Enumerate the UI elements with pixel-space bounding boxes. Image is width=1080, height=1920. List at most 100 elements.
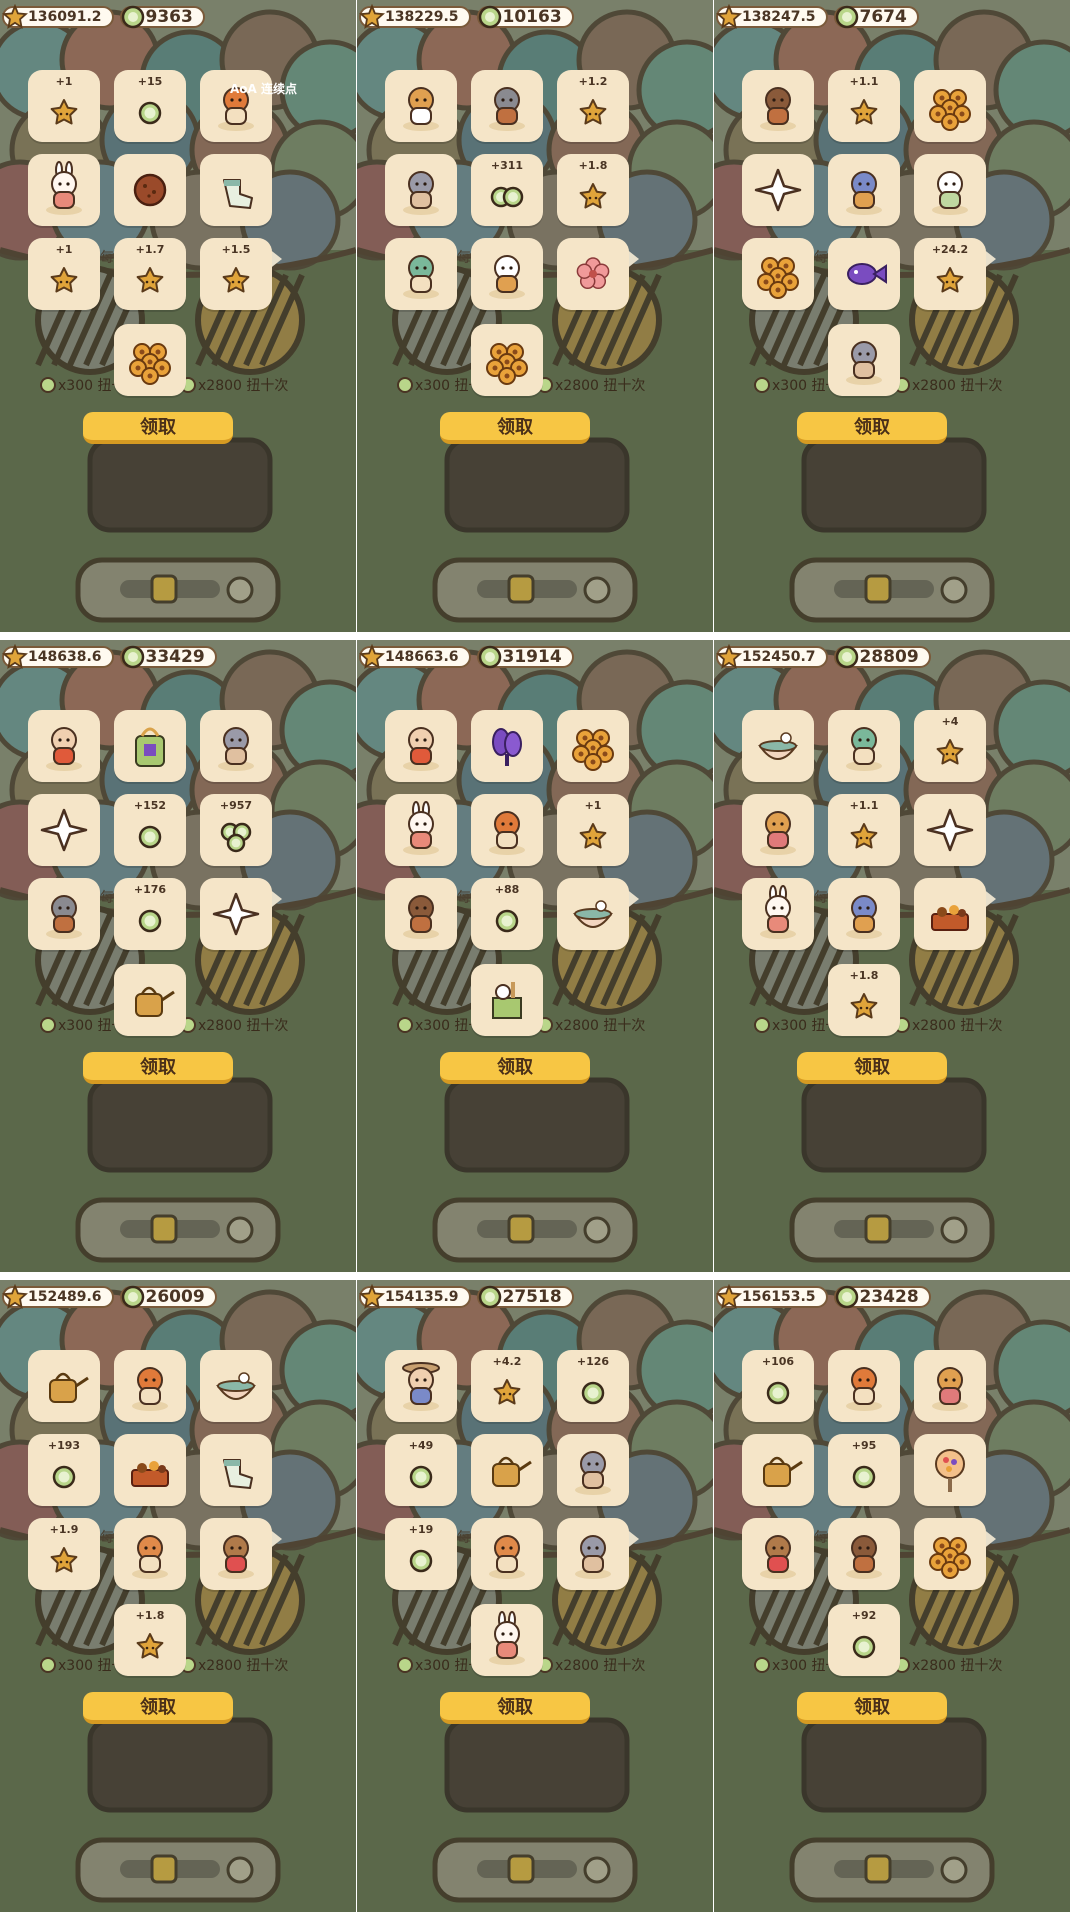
reward-tile xyxy=(742,1434,814,1506)
ten-draw-label: x2800 扭十次 xyxy=(912,1658,1003,1674)
reward-tile: +1.1 xyxy=(828,70,900,142)
reward-tile: +152 xyxy=(114,794,186,866)
coin-icon xyxy=(40,377,56,393)
claim-button[interactable]: 领取 xyxy=(797,412,947,444)
reward-tile xyxy=(742,70,814,142)
reward-tile xyxy=(471,710,543,782)
ten-draw-price[interactable]: x2800 扭十次 xyxy=(894,375,1002,395)
reward-amount: +126 xyxy=(576,1355,610,1368)
ten-draw-label: x2800 扭十次 xyxy=(912,378,1003,394)
reward-tile xyxy=(914,1518,986,1590)
claim-button[interactable]: 领取 xyxy=(797,1692,947,1724)
coin-icon xyxy=(834,4,860,30)
ten-draw-price[interactable]: x2800 扭十次 xyxy=(180,375,288,395)
claim-button[interactable]: 领取 xyxy=(797,1052,947,1084)
reward-tile xyxy=(200,154,272,226)
reward-tile xyxy=(914,1350,986,1422)
reward-amount: +311 xyxy=(490,159,524,172)
claim-button[interactable]: 领取 xyxy=(83,1692,233,1724)
coin-icon xyxy=(120,4,146,30)
star-icon xyxy=(1,643,29,670)
ten-draw-label: x2800 扭十次 xyxy=(555,1658,646,1674)
reward-amount: +4 xyxy=(941,715,959,728)
reward-tile xyxy=(385,70,457,142)
currency-bar: 152450.7 28809 xyxy=(715,643,931,670)
reward-tile xyxy=(385,1350,457,1422)
reward-tile: +311 xyxy=(471,154,543,226)
star-balance-value: 148638.6 xyxy=(28,649,102,665)
reward-tile: +1.1 xyxy=(828,794,900,866)
reward-tile xyxy=(742,794,814,866)
reward-amount: +1.1 xyxy=(849,75,879,88)
ten-draw-price[interactable]: x2800 扭十次 xyxy=(537,1015,645,1035)
coin-balance: 7674 xyxy=(833,4,919,30)
gacha-result-panel: 154135.927518每日 28x300 扭一次x2800 扭十次+4.2+… xyxy=(357,1280,713,1912)
claim-button[interactable]: 领取 xyxy=(440,1692,590,1724)
ten-draw-price[interactable]: x2800 扭十次 xyxy=(537,375,645,395)
claim-button[interactable]: 领取 xyxy=(440,412,590,444)
coin-icon xyxy=(397,1017,413,1033)
coin-balance-value: 7674 xyxy=(859,7,907,27)
reward-amount: +1 xyxy=(55,75,73,88)
reward-tile xyxy=(28,1350,100,1422)
claim-button-label: 领取 xyxy=(854,1057,890,1078)
claim-button-label: 领取 xyxy=(497,1697,533,1718)
claim-button[interactable]: 领取 xyxy=(83,412,233,444)
gacha-result-panel: 138247.57674每日 28x300 扭一次x2800 扭十次+1.1+2… xyxy=(714,0,1070,632)
ten-draw-price[interactable]: x2800 扭十次 xyxy=(894,1655,1002,1675)
reward-tile xyxy=(557,238,629,310)
star-balance: 148638.6 xyxy=(1,643,114,670)
ten-draw-price[interactable]: x2800 扭十次 xyxy=(894,1015,1002,1035)
currency-bar: 136091.2 9363 xyxy=(1,3,205,30)
reward-tile xyxy=(914,70,986,142)
reward-tile xyxy=(385,878,457,950)
reward-tile: +1.7 xyxy=(114,238,186,310)
star-balance: 154135.9 xyxy=(358,1283,471,1310)
currency-bar: 148663.6 31914 xyxy=(358,643,574,670)
coin-balance-value: 9363 xyxy=(145,7,193,27)
star-icon xyxy=(715,3,743,30)
star-icon xyxy=(358,3,386,30)
reward-amount: +152 xyxy=(133,799,167,812)
reward-tile xyxy=(914,154,986,226)
reward-amount: +193 xyxy=(47,1439,81,1452)
reward-amount: +176 xyxy=(133,883,167,896)
reward-tile: +126 xyxy=(557,1350,629,1422)
currency-bar: 138247.5 7674 xyxy=(715,3,919,30)
reward-tile: +24.2 xyxy=(914,238,986,310)
star-balance: 156153.5 xyxy=(715,1283,828,1310)
reward-tile xyxy=(114,964,186,1036)
reward-tile xyxy=(557,878,629,950)
ten-draw-price[interactable]: x2800 扭十次 xyxy=(180,1015,288,1035)
star-balance-value: 138247.5 xyxy=(742,9,816,25)
claim-button-label: 领取 xyxy=(140,1697,176,1718)
claim-button[interactable]: 领取 xyxy=(440,1052,590,1084)
ten-draw-price[interactable]: x2800 扭十次 xyxy=(537,1655,645,1675)
reward-tile xyxy=(471,794,543,866)
star-icon xyxy=(358,1283,386,1310)
gacha-result-panel: 156153.523428每日 28x300 扭一次x2800 扭十次+106+… xyxy=(714,1280,1070,1912)
reward-tile xyxy=(114,1518,186,1590)
ten-draw-price[interactable]: x2800 扭十次 xyxy=(180,1655,288,1675)
coin-balance-value: 28809 xyxy=(859,647,919,667)
reward-tile xyxy=(828,1350,900,1422)
star-balance: 138247.5 xyxy=(715,3,828,30)
reward-tile xyxy=(114,154,186,226)
reward-tile xyxy=(114,324,186,396)
star-balance-value: 138229.5 xyxy=(385,9,459,25)
claim-button[interactable]: 领取 xyxy=(83,1052,233,1084)
reward-tile xyxy=(557,1434,629,1506)
reward-tile: +1 xyxy=(557,794,629,866)
reward-amount: +1 xyxy=(55,243,73,256)
coin-icon xyxy=(477,4,503,30)
reward-tile xyxy=(385,238,457,310)
coin-icon xyxy=(834,644,860,670)
ten-draw-label: x2800 扭十次 xyxy=(555,378,646,394)
currency-bar: 138229.5 10163 xyxy=(358,3,574,30)
reward-amount: +95 xyxy=(851,1439,877,1452)
reward-tile xyxy=(385,710,457,782)
reward-tile xyxy=(114,1350,186,1422)
coin-icon xyxy=(40,1017,56,1033)
reward-tile: +4.2 xyxy=(471,1350,543,1422)
reward-tile xyxy=(471,70,543,142)
